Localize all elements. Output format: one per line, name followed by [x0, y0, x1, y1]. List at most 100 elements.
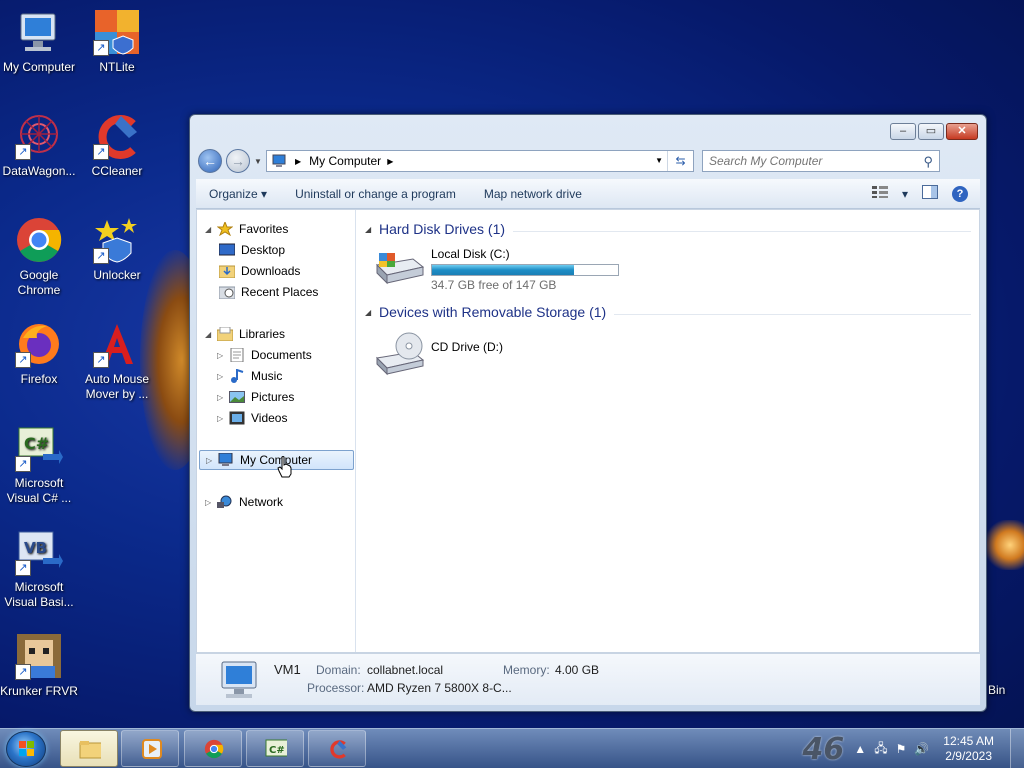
view-options-dropdown-icon[interactable]: ▾: [902, 187, 908, 201]
breadcrumb-my-computer[interactable]: My Computer: [309, 154, 381, 168]
nav-favorites[interactable]: ◢ Favorites: [205, 219, 288, 239]
desktop-icon-unlocker[interactable]: ↗ Unlocker: [78, 216, 156, 283]
recent-pages-dropdown[interactable]: ▼: [252, 157, 264, 166]
computer-name: VM1: [274, 662, 301, 677]
details-pane: VM1 Domain: collabnet.local Memory: 4.00…: [196, 653, 980, 705]
show-desktop-button[interactable]: [1010, 729, 1024, 768]
nav-label: Favorites: [239, 222, 289, 236]
datawagon-icon: ↗: [15, 112, 63, 160]
collapse-icon[interactable]: ◢: [205, 330, 215, 339]
desktop-icon-label: NTLite: [99, 60, 135, 74]
nav-downloads[interactable]: Downloads: [217, 261, 300, 281]
desktop-icon-visual-basic[interactable]: VB ↗ Microsoft Visual Basi...: [0, 528, 78, 610]
desktop-icon-firefox[interactable]: ↗ Firefox: [0, 320, 78, 387]
disk-usage-bar: [431, 264, 619, 276]
nav-documents[interactable]: ▷ Documents: [217, 345, 312, 365]
expand-icon[interactable]: ▷: [217, 372, 227, 381]
search-box[interactable]: ⚲: [702, 150, 940, 172]
expand-icon[interactable]: ▷: [217, 393, 227, 402]
expand-icon[interactable]: ▷: [217, 351, 227, 360]
address-dropdown-icon[interactable]: ▼: [655, 156, 663, 165]
desktop-icon-ntlite[interactable]: ↗ NTLite: [78, 8, 156, 75]
nav-network[interactable]: ▷ Network: [205, 492, 283, 512]
group-divider: [614, 313, 971, 315]
taskbar-chrome[interactable]: [184, 730, 242, 767]
nav-label: Downloads: [241, 264, 301, 278]
desktop-icon-ccleaner[interactable]: ↗ CCleaner: [78, 112, 156, 179]
clock[interactable]: 12:45 AM 2/9/2023: [943, 734, 994, 764]
preview-pane-icon[interactable]: [922, 185, 938, 202]
nav-label: Documents: [251, 348, 312, 362]
nav-music[interactable]: ▷ Music: [217, 366, 282, 386]
desktop-icon-label: Microsoft Visual C# ...: [6, 476, 72, 505]
desktop-icon-chrome[interactable]: Google Chrome: [0, 216, 78, 298]
map-network-drive-button[interactable]: Map network drive: [471, 187, 597, 201]
close-button[interactable]: ✕: [946, 123, 978, 140]
nav-label: Recent Places: [241, 285, 319, 299]
collapse-icon[interactable]: ◢: [365, 225, 379, 234]
network-status-icon[interactable]: 🖧: [874, 739, 887, 760]
address-bar[interactable]: ▶ My Computer ▶ ▼ ⇆: [266, 150, 694, 172]
start-button[interactable]: [6, 731, 46, 767]
show-hidden-icons-icon[interactable]: ▲: [854, 742, 866, 756]
svg-text:VB: VB: [24, 539, 47, 557]
drive-info: CD Drive (D:): [431, 332, 503, 372]
organize-button[interactable]: Organize ▾: [196, 187, 282, 201]
nav-recent-places[interactable]: Recent Places: [217, 282, 318, 302]
group-divider: [513, 230, 971, 232]
desktop-icon-label: CCleaner: [91, 164, 143, 178]
network-icon: [217, 495, 233, 509]
uninstall-program-button[interactable]: Uninstall or change a program: [282, 187, 471, 201]
expand-icon[interactable]: ▷: [205, 498, 215, 507]
firefox-icon: ↗: [15, 320, 63, 368]
search-icon[interactable]: ⚲: [923, 154, 933, 170]
recycle-bin-label-partial[interactable]: Bin: [988, 683, 1005, 697]
videos-icon: [229, 411, 245, 425]
desktop-icon-my-computer[interactable]: My Computer: [0, 8, 78, 75]
system-tray: 46 ▲ 🖧 ⚑ 🔊 12:45 AM 2/9/2023: [803, 729, 1024, 768]
change-view-icon[interactable]: [871, 186, 888, 201]
minimize-button[interactable]: –: [890, 123, 916, 140]
explorer-folder-icon: [79, 741, 101, 759]
refresh-icon[interactable]: ⇆: [667, 151, 693, 171]
collapse-icon[interactable]: ◢: [205, 225, 215, 234]
breadcrumb-separator-icon[interactable]: ▶: [387, 157, 393, 166]
desktop-icon-krunker[interactable]: ↗ Krunker FRVR: [0, 632, 78, 699]
desktop-icon-visual-csharp[interactable]: C# ↗ Microsoft Visual C# ...: [0, 424, 78, 506]
taskbar-visual-csharp[interactable]: C#: [246, 730, 304, 767]
documents-icon: [229, 347, 245, 363]
volume-icon[interactable]: 🔊: [914, 742, 929, 756]
chrome-icon: [15, 216, 63, 264]
processor-label: Processor:: [307, 681, 365, 695]
search-input[interactable]: [709, 154, 909, 168]
breadcrumb-separator-icon[interactable]: ▶: [295, 157, 301, 166]
nav-label: Pictures: [251, 390, 295, 404]
nav-pictures[interactable]: ▷ Pictures: [217, 387, 294, 407]
group-removable-storage[interactable]: ◢ Devices with Removable Storage (1): [365, 301, 971, 323]
taskbar-ccleaner[interactable]: [308, 730, 366, 767]
desktop-icon-label: Google Chrome: [17, 268, 61, 297]
collapse-icon[interactable]: ◢: [365, 308, 379, 317]
desktop-icon-datawagon[interactable]: ↗ DataWagon...: [0, 112, 78, 179]
drive-cd-d[interactable]: CD Drive (D:): [373, 332, 503, 376]
action-center-flag-icon[interactable]: ⚑: [896, 742, 907, 756]
maximize-button[interactable]: ▭: [918, 123, 944, 140]
nav-libraries[interactable]: ◢ Libraries: [205, 324, 285, 344]
back-button[interactable]: ←: [198, 149, 222, 173]
shortcut-arrow-icon: ↗: [15, 352, 31, 368]
group-hard-disk-drives[interactable]: ◢ Hard Disk Drives (1): [365, 218, 971, 240]
desktop-icon-label: My Computer: [2, 60, 76, 74]
expand-icon[interactable]: ▷: [217, 414, 227, 423]
expand-icon[interactable]: ▷: [206, 456, 216, 465]
drive-local-disk-c[interactable]: Local Disk (C:) 34.7 GB free of 147 GB: [373, 247, 619, 292]
desktop-icon-auto-mouse-mover[interactable]: ↗ Auto Mouse Mover by ...: [78, 320, 156, 402]
taskbar-explorer[interactable]: [60, 730, 118, 767]
nav-videos[interactable]: ▷ Videos: [217, 408, 287, 428]
forward-button[interactable]: →: [226, 149, 250, 173]
nav-label: Desktop: [241, 243, 286, 257]
help-icon[interactable]: ?: [952, 185, 968, 202]
taskbar-media-player[interactable]: [121, 730, 179, 767]
processor-value: AMD Ryzen 7 5800X 8-C...: [367, 681, 512, 695]
nav-desktop[interactable]: Desktop: [217, 240, 285, 260]
libraries-icon: [216, 326, 234, 342]
